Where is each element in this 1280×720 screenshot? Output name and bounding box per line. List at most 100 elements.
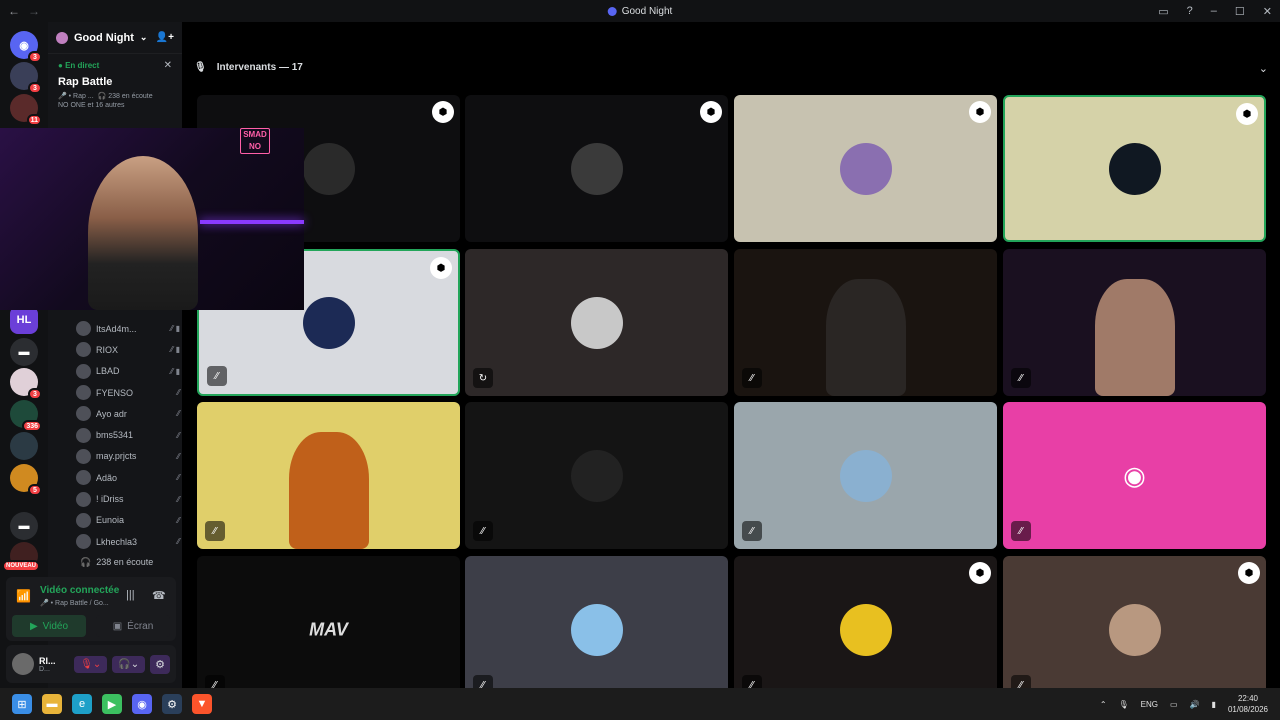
moderator-icon: ⬢ [700, 101, 722, 123]
live-tag: ● En direct [58, 61, 100, 70]
voice-user[interactable]: Eunoia ⁄⁄ [76, 510, 180, 531]
speakers-header: 🎙 Intervenants — 17 [194, 62, 303, 73]
moderator-icon: ⬢ [1238, 562, 1260, 584]
voice-user[interactable]: bms5341 ⁄⁄ [76, 424, 180, 445]
muted-icon: ⁄⁄ ▮ [170, 345, 180, 355]
speaker-tile[interactable]: ⬢ [1003, 95, 1266, 242]
discord-app-icon[interactable]: ◉ [132, 694, 152, 714]
noise-suppression-icon[interactable]: ||| [126, 589, 135, 601]
notification-badge: NOUVEAU [2, 560, 41, 572]
voice-user[interactable]: ItsAd4m... ⁄⁄ ▮ [76, 318, 180, 339]
voice-user[interactable]: Ayo adr ⁄⁄ [76, 403, 180, 424]
speaker-tile[interactable]: ↻ [465, 249, 728, 396]
arrow-right-icon[interactable]: → [28, 4, 40, 18]
voice-user-name: LBAD [96, 366, 120, 377]
moderator-icon: ⬢ [969, 562, 991, 584]
windows-start-icon[interactable]: ⊞ [12, 694, 32, 714]
chevron-down-icon[interactable]: ⌄ [140, 32, 148, 43]
speaker-tile[interactable]: MAV ⁄⁄ [197, 556, 460, 703]
clock[interactable]: 22:40 01/08/2026 [1228, 693, 1268, 715]
server-icon[interactable]: 3 [10, 62, 42, 94]
server-icon[interactable]: 3 [10, 368, 42, 400]
microphone-tray-icon[interactable]: 🎙 [1119, 700, 1129, 709]
muted-icon: ⁄⁄ [205, 521, 225, 541]
network-icon[interactable]: ▭ [1170, 700, 1178, 709]
voice-user[interactable]: may.prjcts ⁄⁄ [76, 446, 180, 467]
speaker-tile[interactable]: ⁄⁄ [197, 402, 460, 549]
speaker-tile[interactable]: ⁄⁄ [1003, 249, 1266, 396]
voice-status: Vidéo connectée [40, 585, 120, 596]
language-indicator[interactable]: ENG [1141, 700, 1158, 709]
add-member-icon[interactable]: 👤+ [156, 32, 174, 43]
close-icon[interactable]: ✕ [164, 60, 172, 71]
voice-user[interactable]: Adão ⁄⁄ [76, 467, 180, 488]
settings-gear-icon[interactable]: ⚙ [150, 654, 170, 674]
pip-video[interactable]: SMAD NO [0, 128, 304, 310]
chevron-up-icon[interactable]: ⌃ [1100, 700, 1107, 709]
voice-user[interactable]: RIOX ⁄⁄ ▮ [76, 339, 180, 360]
avatar [839, 449, 892, 502]
steam-icon[interactable]: ⚙ [162, 694, 182, 714]
avatar [839, 603, 892, 656]
media-player-icon[interactable]: ▶ [102, 694, 122, 714]
voice-user[interactable]: FYENSO ⁄⁄ [76, 382, 180, 403]
signal-icon: 📶 [16, 589, 31, 603]
discord-logo-icon: ◉ [1123, 460, 1146, 490]
muted-icon: ⁄⁄ [177, 409, 180, 419]
speaker-tile[interactable]: ⬢ [734, 95, 997, 242]
chevron-down-icon[interactable]: ⌄ [1259, 62, 1268, 75]
speaker-tile[interactable]: ⁄⁄ [465, 556, 728, 703]
maximize-icon[interactable]: ☐ [1235, 5, 1245, 18]
help-icon[interactable]: ? [1187, 5, 1193, 18]
server-icon[interactable]: 11 [10, 94, 42, 126]
muted-icon: ⁄⁄ [177, 515, 180, 525]
live-event[interactable]: ● En direct ✕ Rap Battle 🎤 • Rap ... 🎧 2… [48, 54, 182, 117]
disconnect-icon[interactable]: ☎ [152, 589, 166, 602]
mute-mic-button[interactable]: 🎙⌄ [74, 655, 108, 673]
speaker-video [825, 279, 906, 396]
folder-icon[interactable]: ▬ [10, 338, 38, 366]
folder-icon[interactable]: ▬ [10, 512, 38, 540]
avatar [570, 142, 623, 195]
close-window-icon[interactable]: ✕ [1263, 5, 1272, 18]
video-button[interactable]: ▶ Vidéo [12, 615, 86, 637]
inbox-icon[interactable]: ▭ [1158, 5, 1168, 18]
headphones-button[interactable]: 🎧⌄ [112, 655, 146, 673]
edge-icon[interactable]: e [72, 694, 92, 714]
minimize-icon[interactable]: – [1211, 5, 1217, 18]
speaker-tile[interactable]: ◉ ⁄⁄ [1003, 402, 1266, 549]
speaker-tile[interactable]: ⁄⁄ [734, 402, 997, 549]
muted-icon: ⁄⁄ [177, 494, 180, 504]
guild-header[interactable]: Good Night ⌄ 👤+ [48, 22, 182, 54]
voice-user[interactable]: ! iDriss ⁄⁄ [76, 488, 180, 509]
voice-channel[interactable]: 🎤 • Rap Battle / Go... [40, 599, 109, 607]
server-hl[interactable]: HL [10, 306, 38, 334]
volume-icon[interactable]: 🔊 [1190, 700, 1200, 709]
file-explorer-icon[interactable]: ▬ [42, 694, 62, 714]
avatar [1108, 142, 1161, 195]
speaker-tile[interactable]: ⬢ ⁄⁄ [1003, 556, 1266, 703]
event-name: Rap Battle [58, 76, 113, 88]
avatar[interactable] [12, 653, 34, 675]
speaker-tile[interactable]: ⁄⁄ [734, 249, 997, 396]
arrow-left-icon[interactable]: ← [8, 4, 20, 18]
voice-user[interactable]: LBAD ⁄⁄ ▮ [76, 361, 180, 382]
voice-user-name: Adão [96, 472, 118, 483]
may-logo: MAV [309, 619, 348, 639]
moderator-icon: ⬢ [969, 101, 991, 123]
server-icon[interactable]: 5 [10, 464, 42, 496]
discord-icon[interactable]: ◉ 3 [10, 31, 42, 63]
server-icon[interactable] [10, 432, 38, 460]
voice-user[interactable]: Lkhechla3 ⁄⁄ [76, 531, 180, 552]
streamer-video [88, 156, 198, 310]
server-icon[interactable]: 336 [10, 400, 42, 432]
speaker-tile[interactable]: ⁄⁄ [465, 402, 728, 549]
led-strip [200, 220, 304, 224]
server-icon[interactable]: NOUVEAU [2, 542, 41, 572]
battery-icon[interactable]: ▮ [1212, 700, 1216, 709]
screen-button[interactable]: ▣ Écran [96, 615, 170, 637]
speaker-tile[interactable]: ⬢ ⁄⁄ [734, 556, 997, 703]
brave-icon[interactable]: ▼ [192, 694, 212, 714]
avatar [302, 296, 355, 349]
speaker-tile[interactable]: ⬢ [465, 95, 728, 242]
